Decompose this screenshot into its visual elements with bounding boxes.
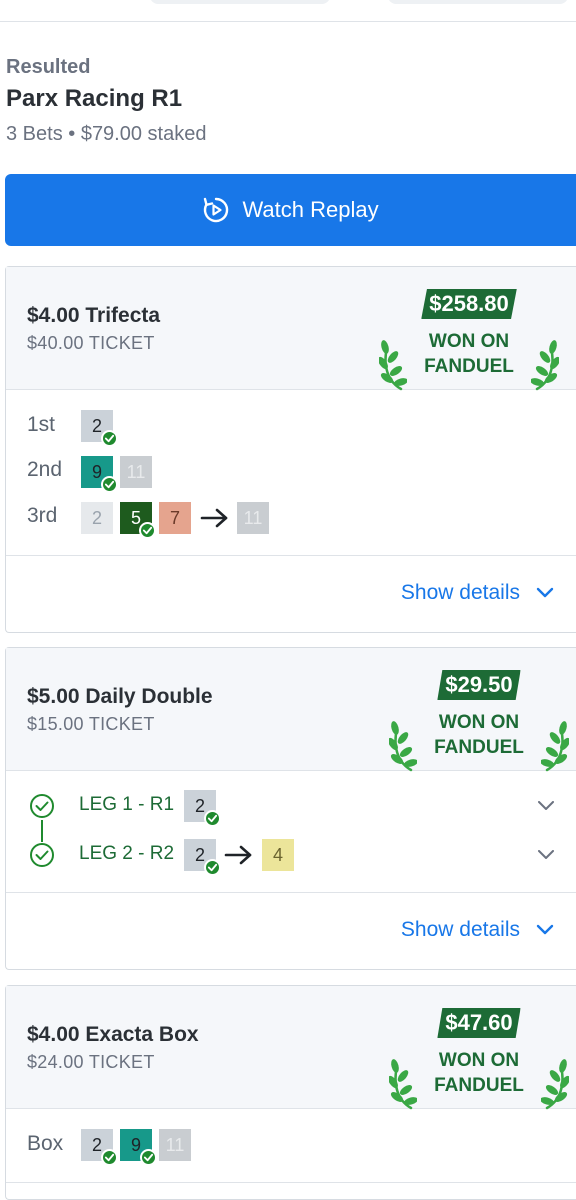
show-details-button[interactable]: Show details — [401, 581, 554, 605]
replay-icon — [204, 197, 229, 223]
check-icon — [101, 476, 118, 493]
won-badge: $29.50 WON ON FANDUEL — [389, 670, 569, 772]
bet-card-trifecta: $4.00 Trifecta $40.00 TICKET $258.80 WON… — [5, 266, 576, 633]
show-details-label: Show details — [400, 918, 520, 941]
won-badge: $258.80 WON ON FANDUEL — [379, 289, 559, 391]
laurel-icon — [531, 338, 559, 391]
bet-ticket-cost: $24.00 TICKET — [27, 1052, 155, 1072]
runner-chip: 4 — [262, 839, 294, 871]
chevron-down-icon[interactable] — [538, 850, 554, 860]
check-icon — [140, 1149, 157, 1166]
tab-pill[interactable] — [388, 0, 568, 4]
arrow-right-icon — [224, 845, 252, 865]
show-details-label: Show details — [400, 581, 520, 604]
bet-name: $4.00 Trifecta — [27, 304, 161, 327]
place-label: 3rd — [27, 504, 58, 527]
won-amount: $258.80 — [421, 289, 517, 319]
runner-chip: 2 — [81, 502, 113, 534]
divider — [6, 1182, 576, 1183]
check-icon — [204, 859, 221, 876]
divider — [6, 555, 576, 556]
bet-ticket-cost: $15.00 TICKET — [27, 714, 155, 734]
bet-name: $5.00 Daily Double — [27, 685, 213, 708]
watch-replay-label: Watch Replay — [242, 197, 379, 222]
watch-replay-button[interactable]: Watch Replay — [5, 174, 576, 246]
runner-chip-scratched: 11 — [159, 1129, 191, 1161]
leg-label: LEG 2 - R2 — [79, 843, 175, 864]
bet-name: $4.00 Exacta Box — [27, 1023, 199, 1046]
bet-ticket-cost: $40.00 TICKET — [27, 333, 155, 353]
bet-card-header: $4.00 Exacta Box $24.00 TICKET $47.60 WO… — [6, 986, 576, 1110]
chevron-down-icon — [536, 587, 554, 598]
show-details-button[interactable]: Show details — [401, 918, 554, 942]
laurel-icon — [541, 1057, 569, 1110]
laurel-icon — [379, 338, 407, 391]
check-icon — [101, 1149, 118, 1166]
check-icon — [101, 430, 118, 447]
bet-card-daily-double: $5.00 Daily Double $15.00 TICKET $29.50 … — [5, 647, 576, 970]
chevron-down-icon[interactable] — [538, 801, 554, 811]
check-icon — [204, 810, 221, 827]
runner-chip-scratched: 11 — [120, 456, 152, 488]
laurel-icon — [541, 719, 569, 772]
check-icon — [139, 522, 156, 539]
won-amount: $29.50 — [437, 670, 521, 700]
divider — [6, 892, 576, 893]
runner-chip-scratched: 11 — [237, 502, 269, 534]
laurel-icon — [389, 1057, 417, 1110]
race-title: Parx Racing R1 — [6, 85, 183, 112]
leg-label: LEG 1 - R1 — [79, 794, 175, 815]
laurel-icon — [389, 719, 417, 772]
place-label: 1st — [27, 413, 56, 436]
check-circle-icon — [30, 794, 54, 818]
bet-results-page: Resulted Parx Racing R1 3 Bets • $79.00 … — [0, 0, 576, 1200]
top-tab-strip — [0, 0, 576, 22]
tab-pill[interactable] — [150, 0, 330, 4]
check-circle-icon — [30, 843, 54, 867]
arrow-right-icon — [200, 508, 228, 528]
won-badge: $47.60 WON ON FANDUEL — [389, 1008, 569, 1110]
bet-card-exacta-box: $4.00 Exacta Box $24.00 TICKET $47.60 WO… — [5, 985, 576, 1200]
place-label: Box — [27, 1132, 64, 1155]
bet-card-header: $5.00 Daily Double $15.00 TICKET $29.50 … — [6, 648, 576, 772]
runner-chip: 7 — [159, 502, 191, 534]
won-amount: $47.60 — [437, 1008, 521, 1038]
bet-card-header: $4.00 Trifecta $40.00 TICKET $258.80 WON… — [6, 267, 576, 391]
bets-summary: 3 Bets • $79.00 staked — [6, 123, 207, 145]
leg-connector — [41, 820, 43, 842]
chevron-down-icon — [536, 924, 554, 935]
place-label: 2nd — [27, 458, 63, 481]
result-status: Resulted — [6, 56, 91, 78]
race-header: Resulted Parx Racing R1 3 Bets • $79.00 … — [6, 56, 206, 146]
